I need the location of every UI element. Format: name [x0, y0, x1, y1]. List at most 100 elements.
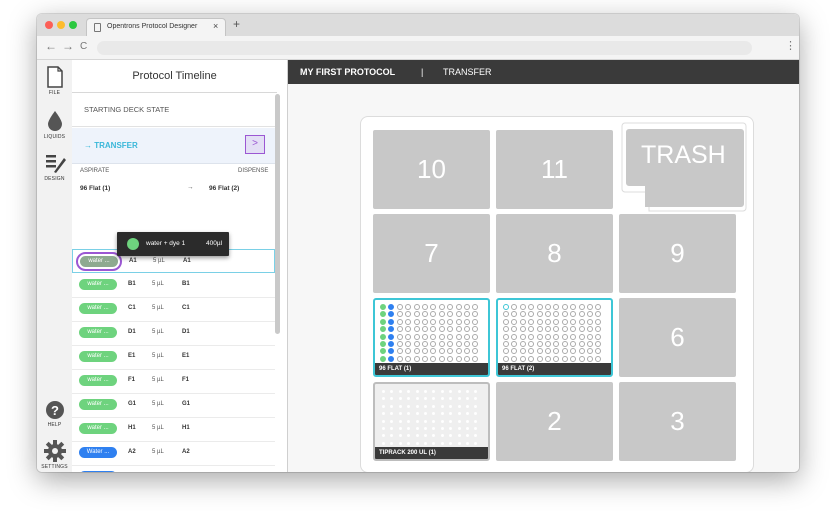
plate-well[interactable] [422, 348, 428, 355]
plate-well[interactable] [472, 304, 479, 310]
plate-well[interactable] [578, 304, 585, 310]
plate-well[interactable] [587, 304, 593, 310]
plate-well[interactable] [553, 304, 560, 310]
plate-well[interactable] [528, 318, 535, 325]
plate-well[interactable] [528, 304, 535, 310]
plate-well[interactable] [464, 341, 470, 347]
plate-well[interactable] [570, 326, 577, 333]
plate-well[interactable] [553, 318, 560, 325]
back-button[interactable]: ← [45, 39, 57, 53]
plate-well[interactable] [536, 311, 543, 318]
plate-well[interactable] [553, 348, 560, 355]
plate-well[interactable] [455, 326, 462, 333]
plate-well[interactable] [438, 333, 445, 340]
plate-well[interactable] [455, 333, 462, 340]
plate-well[interactable] [595, 318, 602, 325]
plate-well[interactable] [528, 341, 535, 347]
tab-close-icon[interactable]: × [213, 21, 218, 31]
plate-well[interactable] [519, 333, 526, 340]
plate-well[interactable] [561, 326, 568, 333]
plate-well[interactable] [519, 304, 526, 310]
transfer-substep-row[interactable]: water ... B1 5 µL B1 [72, 273, 275, 298]
plate-well[interactable] [388, 348, 395, 355]
plate-well[interactable] [511, 333, 518, 340]
plate-well[interactable] [413, 318, 420, 325]
plate-well[interactable] [570, 304, 577, 310]
plate-well[interactable] [536, 326, 543, 333]
plate-well[interactable] [413, 348, 420, 355]
plate-well[interactable] [536, 341, 543, 347]
plate-well[interactable] [380, 326, 386, 333]
plate-well[interactable] [388, 355, 395, 362]
plate-well[interactable] [578, 333, 585, 340]
labware-96-flat-1[interactable]: 96 FLAT (1) [373, 298, 490, 377]
rail-settings[interactable]: SETTINGS [37, 440, 72, 470]
plate-well[interactable] [422, 311, 428, 318]
plate-well[interactable] [536, 355, 543, 362]
transfer-substep-row[interactable]: Water ... A2 5 µL A2 [72, 441, 275, 466]
plate-well[interactable] [430, 348, 437, 355]
plate-well[interactable] [570, 311, 577, 318]
liquid-pill[interactable]: water ... [79, 399, 117, 410]
plate-well[interactable] [545, 311, 551, 318]
expand-step-button[interactable]: > [245, 135, 265, 154]
plate-well[interactable] [545, 341, 551, 347]
plate-well[interactable] [380, 304, 386, 310]
plate-well[interactable] [430, 341, 437, 347]
plate-well[interactable] [503, 341, 509, 347]
plate-well[interactable] [430, 333, 437, 340]
plate-well[interactable] [587, 348, 593, 355]
plate-well[interactable] [396, 355, 403, 362]
plate-well[interactable] [519, 348, 526, 355]
liquid-pill[interactable]: water ... [79, 423, 117, 434]
plate-well[interactable] [438, 348, 445, 355]
plate-well[interactable] [528, 326, 535, 333]
plate-well[interactable] [380, 333, 386, 340]
browser-tab[interactable]: Opentrons Protocol Designer × [86, 18, 226, 36]
plate-well[interactable] [561, 304, 568, 310]
plate-well[interactable] [464, 311, 470, 318]
plate-well[interactable] [561, 311, 568, 318]
labware-96-flat-2[interactable]: 96 FLAT (2) [496, 298, 613, 377]
plate-well[interactable] [380, 318, 386, 325]
plate-well[interactable] [455, 348, 462, 355]
plate-well[interactable] [472, 333, 479, 340]
plate-well[interactable] [396, 318, 403, 325]
plate-well[interactable] [561, 355, 568, 362]
plate-well[interactable] [455, 355, 462, 362]
plate-well[interactable] [511, 348, 518, 355]
plate-well[interactable] [553, 326, 560, 333]
plate-well[interactable] [519, 311, 526, 318]
plate-well[interactable] [553, 333, 560, 340]
plate-well[interactable] [587, 341, 593, 347]
plate-well[interactable] [396, 333, 403, 340]
plate-well[interactable] [388, 318, 395, 325]
plate-well[interactable] [536, 318, 543, 325]
transfer-substep-row[interactable]: water ... G1 5 µL G1 [72, 393, 275, 418]
reload-button[interactable]: C [80, 41, 87, 52]
plate-well[interactable] [388, 311, 395, 318]
deck-slot-9[interactable]: 9 [619, 214, 736, 293]
plate-well[interactable] [430, 326, 437, 333]
plate-well[interactable] [438, 311, 445, 318]
plate-well[interactable] [438, 318, 445, 325]
plate-well[interactable] [587, 311, 593, 318]
plate-well[interactable] [464, 304, 470, 310]
plate-well[interactable] [464, 348, 470, 355]
plate-well[interactable] [422, 318, 428, 325]
labware-tiprack-1[interactable]: TIPRACK 200 UL (1) [373, 382, 490, 461]
plate-well[interactable] [438, 326, 445, 333]
plate-well[interactable] [380, 355, 386, 362]
plate-well[interactable] [455, 341, 462, 347]
plate-well[interactable] [472, 311, 479, 318]
rail-file[interactable]: FILE [37, 66, 72, 96]
plate-well[interactable] [413, 304, 420, 310]
transfer-substep-row[interactable]: water ... D1 5 µL D1 [72, 321, 275, 346]
plate-well[interactable] [528, 311, 535, 318]
plate-well[interactable] [447, 355, 454, 362]
plate-well[interactable] [396, 304, 403, 310]
liquid-pill[interactable]: water ... [79, 351, 117, 362]
plate-well[interactable] [553, 341, 560, 347]
transfer-substep-row[interactable]: water ... E1 5 µL E1 [72, 345, 275, 370]
plate-well[interactable] [472, 348, 479, 355]
